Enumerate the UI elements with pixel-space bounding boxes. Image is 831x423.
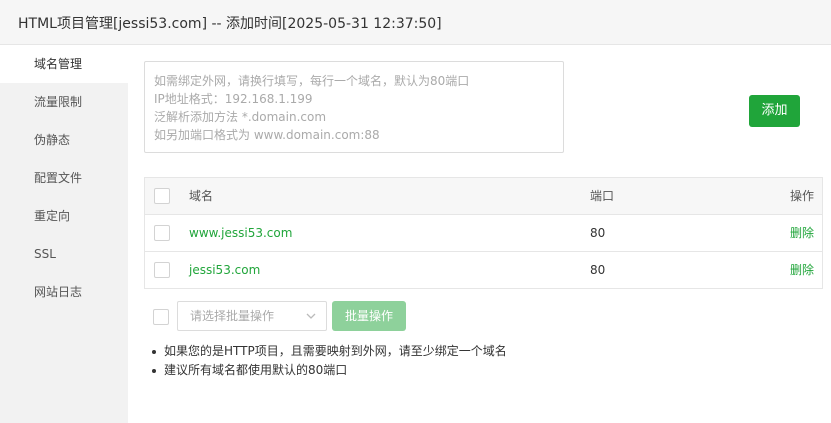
row-checkbox[interactable] <box>154 262 170 278</box>
sidebar-item-redirect[interactable]: 重定向 <box>0 197 128 235</box>
chevron-down-icon <box>306 313 316 319</box>
table-row: jessi53.com 80 删除 <box>145 252 822 289</box>
window-title-bar: HTML项目管理[jessi53.com] -- 添加时间[2025-05-31… <box>0 0 831 45</box>
sidebar-item-traffic-limit[interactable]: 流量限制 <box>0 83 128 121</box>
sidebar-item-rewrite[interactable]: 伪静态 <box>0 121 128 159</box>
tip-item: 建议所有域名都使用默认的80端口 <box>150 361 507 380</box>
sidebar-item-domain-management[interactable]: 域名管理 <box>0 45 128 83</box>
domain-input[interactable]: 如需绑定外网，请换行填写，每行一个域名，默认为80端口 IP地址格式：192.1… <box>144 61 564 153</box>
column-header-action: 操作 <box>789 189 814 203</box>
tips-list: 如果您的是HTTP项目，且需要映射到外网，请至少绑定一个域名 建议所有域名都使用… <box>150 342 507 380</box>
add-domain-button[interactable]: 添加 <box>749 95 800 127</box>
table-header-row: 域名 端口 操作 <box>145 178 822 215</box>
table-row: www.jessi53.com 80 删除 <box>145 215 822 252</box>
bullet-icon <box>152 369 156 373</box>
domain-link[interactable]: www.jessi53.com <box>189 215 292 252</box>
tip-text: 如果您的是HTTP项目，且需要映射到外网，请至少绑定一个域名 <box>164 344 507 358</box>
tip-text: 建议所有域名都使用默认的80端口 <box>164 363 348 377</box>
port-value: 80 <box>590 263 606 277</box>
domain-link[interactable]: jessi53.com <box>189 252 260 289</box>
port-value: 80 <box>590 226 606 240</box>
sidebar-item-config-file[interactable]: 配置文件 <box>0 159 128 197</box>
select-all-checkbox[interactable] <box>154 188 170 204</box>
batch-action-select[interactable]: 请选择批量操作 <box>177 301 327 331</box>
batch-action-button[interactable]: 批量操作 <box>332 301 406 331</box>
sidebar-item-ssl[interactable]: SSL <box>0 235 128 273</box>
sidebar: 域名管理 流量限制 伪静态 配置文件 重定向 SSL 网站日志 <box>0 45 128 423</box>
batch-select-all-checkbox[interactable] <box>153 309 169 325</box>
batch-action-placeholder: 请选择批量操作 <box>190 309 275 323</box>
domain-table: 域名 端口 操作 www.jessi53.com 80 删除 jessi53.c… <box>144 177 823 289</box>
tip-item: 如果您的是HTTP项目，且需要映射到外网，请至少绑定一个域名 <box>150 342 507 361</box>
bullet-icon <box>152 350 156 354</box>
column-header-port: 端口 <box>590 189 615 203</box>
domain-input-placeholder-line: IP地址格式：192.168.1.199 <box>154 92 313 106</box>
domain-input-placeholder-line: 泛解析添加方法 *.domain.com <box>154 110 327 124</box>
delete-link[interactable]: 删除 <box>790 215 814 252</box>
domain-input-placeholder-line: 如另加端口格式为 www.domain.com:88 <box>154 128 380 142</box>
main-panel: 如需绑定外网，请换行填写，每行一个域名，默认为80端口 IP地址格式：192.1… <box>128 45 831 423</box>
sidebar-item-site-logs[interactable]: 网站日志 <box>0 273 128 311</box>
column-header-domain: 域名 <box>189 189 214 203</box>
domain-input-placeholder-line: 如需绑定外网，请换行填写，每行一个域名，默认为80端口 <box>154 74 470 88</box>
row-checkbox[interactable] <box>154 225 170 241</box>
delete-link[interactable]: 删除 <box>790 252 814 289</box>
window-title: HTML项目管理[jessi53.com] -- 添加时间[2025-05-31… <box>18 16 442 32</box>
